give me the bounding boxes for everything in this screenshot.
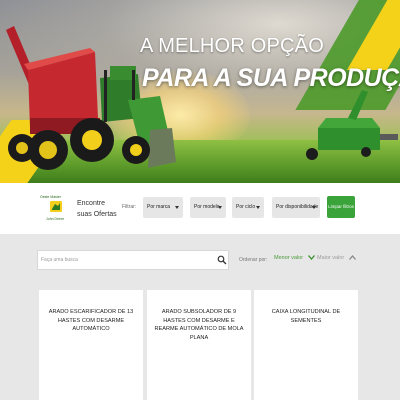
search-icon[interactable] (217, 255, 227, 265)
chevron-down-icon (256, 206, 260, 209)
product-card[interactable]: CAIXA LONGITUDINAL DE SEMENTES (254, 290, 358, 400)
sort-label: Ordenar por: (239, 257, 268, 263)
chevron-down-icon (312, 206, 316, 209)
product-title[interactable]: ARADO ESCARIFICADOR DE 13 HASTES COM DES… (45, 308, 137, 334)
sort-lower-label: Menor valor (274, 255, 304, 261)
filter-cycle-select[interactable]: Por ciclo (232, 197, 264, 218)
search-box[interactable] (37, 250, 229, 270)
clear-filters-button[interactable]: Limpar filtros (327, 196, 355, 218)
product-card[interactable]: ARADO SUBSOLADOR DE 9 HASTES COM DESARME… (147, 290, 251, 400)
filter-availability-select[interactable]: Por disponibilidade (272, 197, 320, 218)
chevron-down-icon (175, 206, 179, 209)
filter-cycle-label: Por ciclo (236, 204, 256, 210)
filter-brand-label: Por marca (147, 204, 171, 210)
find-offers-text: Encontre suas Ofertas (77, 200, 117, 218)
sort-lower-value-button[interactable]: Menor valor (274, 255, 315, 261)
sort-higher-label: Maior valor (317, 255, 345, 261)
brand-name: John Deere (46, 217, 65, 221)
sort-higher-value-button[interactable]: Maior valor (317, 255, 356, 261)
filter-label: Filtrar: (122, 204, 137, 210)
hero-subheadline: PARA A SUA PRODUÇÃO (142, 64, 400, 92)
filter-model-select[interactable]: Por modelo (190, 197, 226, 218)
green-mower (306, 90, 398, 160)
chevron-down-icon (307, 255, 315, 261)
filter-brand-select[interactable]: Por marca (143, 197, 183, 218)
search-input[interactable] (38, 251, 208, 269)
product-title[interactable]: CAIXA LONGITUDINAL DE SEMENTES (260, 308, 352, 325)
product-title[interactable]: ARADO SUBSOLADOR DE 9 HASTES COM DESARME… (153, 308, 245, 342)
hero-headline: A MELHOR OPÇÃO (140, 35, 324, 57)
chevron-down-icon (218, 206, 222, 209)
hero-banner[interactable]: A MELHOR OPÇÃO PARA A SUA PRODUÇÃO (0, 0, 400, 183)
chevron-up-icon (348, 255, 356, 260)
product-card[interactable]: ARADO ESCARIFICADOR DE 13 HASTES COM DES… (39, 290, 143, 400)
filter-model-label: Por modelo (194, 204, 220, 210)
